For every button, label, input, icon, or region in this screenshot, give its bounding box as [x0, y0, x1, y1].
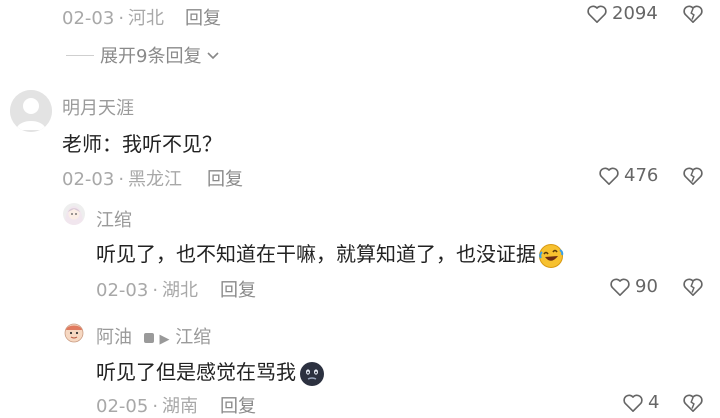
reply-location: 湖北: [162, 280, 199, 301]
reply-button[interactable]: 回复: [207, 165, 243, 191]
cartoon-avatar-icon: [63, 321, 85, 343]
dark-face-emoji: [298, 360, 326, 388]
reply-date: 02-03: [96, 280, 149, 301]
default-avatar-icon: [10, 90, 52, 132]
like-count: 90: [635, 276, 658, 297]
heart-icon: [609, 277, 631, 297]
comment-meta: 02-03 · 黑龙江: [62, 169, 183, 190]
reply-to-username[interactable]: 江绾: [175, 327, 211, 348]
like-count: 2094: [612, 3, 658, 24]
like-button[interactable]: 90: [609, 276, 658, 297]
author-badge-icon: [143, 333, 154, 343]
reply-date: 02-05: [96, 396, 149, 417]
reply-text-body: 听见了但是感觉在骂我: [96, 360, 296, 384]
rofl-emoji: [538, 243, 564, 269]
reply-username[interactable]: 阿油: [96, 327, 132, 348]
comment-date: 02-03: [62, 8, 115, 29]
comment-text: 老师：我听不见？: [62, 132, 222, 156]
comment-date: 02-03: [62, 169, 115, 190]
broken-heart-icon: [682, 166, 704, 186]
reply-text: 听见了但是感觉在骂我: [96, 356, 326, 388]
like-count: 476: [624, 165, 659, 186]
anime-avatar-icon: [63, 203, 85, 225]
broken-heart-icon: [682, 4, 704, 24]
chevron-down-icon: [207, 45, 220, 66]
dislike-button[interactable]: [682, 4, 704, 24]
reply-location: 湖南: [162, 396, 199, 417]
avatar[interactable]: [10, 90, 52, 132]
comment-location: 黑龙江: [128, 169, 183, 190]
reply-header: 阿油 ▶ 江绾: [96, 323, 211, 349]
reply-arrow-icon: ▶: [159, 332, 170, 347]
reply-button[interactable]: 回复: [185, 4, 221, 30]
top-comment-meta: 02-03 · 河北: [62, 8, 165, 29]
expand-replies-button[interactable]: 展开9条回复: [66, 42, 220, 68]
comment-location: 河北: [128, 8, 165, 29]
dislike-button[interactable]: [682, 166, 704, 186]
dislike-button[interactable]: [682, 277, 704, 297]
broken-heart-icon: [682, 277, 704, 297]
like-button[interactable]: 4: [622, 392, 659, 413]
reply-text-body: 听见了，也不知道在干嘛，就算知道了，也没证据: [96, 242, 536, 266]
heart-icon: [598, 166, 620, 186]
reply-meta: 02-03 · 湖北: [96, 280, 199, 301]
avatar[interactable]: [63, 321, 85, 343]
reply-button[interactable]: 回复: [220, 392, 256, 418]
dislike-button[interactable]: [682, 393, 704, 413]
reply-text: 听见了，也不知道在干嘛，就算知道了，也没证据: [96, 238, 564, 269]
like-button[interactable]: 2094: [586, 3, 658, 24]
like-button[interactable]: 476: [598, 165, 658, 186]
expand-divider: [66, 54, 94, 56]
reply-button[interactable]: 回复: [220, 276, 256, 302]
expand-label: 展开9条回复: [100, 46, 202, 67]
reply-meta: 02-05 · 湖南: [96, 396, 199, 417]
comment-username[interactable]: 明月天涯: [62, 94, 134, 120]
reply-username[interactable]: 江绾: [96, 206, 132, 232]
like-count: 4: [648, 392, 660, 413]
heart-icon: [622, 393, 644, 413]
broken-heart-icon: [682, 393, 704, 413]
heart-icon: [586, 4, 608, 24]
avatar[interactable]: [63, 203, 85, 225]
